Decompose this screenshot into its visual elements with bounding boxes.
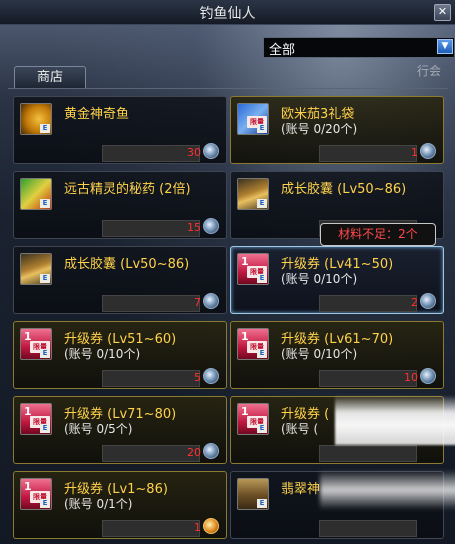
price-bar — [102, 445, 200, 462]
shop-item-card[interactable]: E 成长胶囊 (Lv50~86) 7 — [13, 246, 227, 314]
panel-divider — [8, 88, 448, 89]
item-limit: (账号 0/10个) — [281, 347, 358, 361]
item-limit: (账号 0/10个) — [281, 272, 358, 286]
shop-item-card[interactable]: 1 限量 E 升级券 (Lv61~70) (账号 0/10个) 10 — [230, 321, 444, 389]
upgrade-ticket-icon: 1 限量 E — [20, 403, 52, 435]
fish-coin-icon — [420, 143, 436, 159]
shop-item-card[interactable]: 1 限量 E 升级券 (Lv71~80) (账号 0/5个) 20 — [13, 396, 227, 464]
item-name: 黄金神奇鱼 — [64, 107, 130, 122]
title-bar: 钓鱼仙人 ✕ — [0, 0, 455, 25]
price-bar — [102, 370, 200, 387]
shop-item-card[interactable]: 1 限量 E 升级券 (Lv51~60) (账号 0/10个) 5 — [13, 321, 227, 389]
e-badge-icon: E — [257, 349, 267, 358]
shop-item-card[interactable]: 限量 E 欧米茄3礼袋 (账号 0/20个) 1 — [230, 96, 444, 164]
price-bar — [102, 520, 200, 537]
close-button[interactable]: ✕ — [434, 4, 451, 21]
item-price: 1 — [411, 146, 418, 159]
insufficient-materials-tooltip: 材料不足：2个 — [320, 223, 436, 246]
fish-coin-icon — [203, 218, 219, 234]
item-name: 翡翠神 — [281, 482, 321, 497]
price-bar — [102, 220, 200, 237]
item-name: 成长胶囊 (Lv50~86) — [281, 182, 407, 197]
game-background: 钓鱼仙人 ✕ 行会 全部 ▼ 商店 E 黄金神奇鱼 30 限量 E 欧米茄3礼袋 (账号 0… — [0, 0, 455, 544]
e-badge-icon: E — [40, 274, 50, 283]
e-badge-icon: E — [257, 274, 267, 283]
gift-bag-icon: 限量 E — [237, 103, 269, 135]
item-price: 5 — [194, 371, 201, 384]
window-title: 钓鱼仙人 — [199, 6, 256, 22]
category-dropdown-value: 全部 — [269, 43, 296, 58]
price-bar — [102, 295, 200, 312]
item-price: 10 — [404, 371, 418, 384]
e-badge-icon: E — [40, 124, 50, 133]
price-bar — [319, 370, 417, 387]
item-price: 30 — [187, 146, 201, 159]
shop-item-card[interactable]: E 远古精灵的秘药 (2倍) 15 — [13, 171, 227, 239]
upgrade-ticket-icon: 1 限量 E — [237, 403, 269, 435]
growth-capsule-icon: E — [20, 253, 52, 285]
fish-coin-icon — [203, 368, 219, 384]
fish-coin-icon — [203, 293, 219, 309]
e-badge-icon: E — [40, 499, 50, 508]
gold-coin-icon — [203, 518, 219, 534]
item-price: 20 — [187, 446, 201, 459]
item-price: 1 — [194, 521, 201, 534]
price-bar — [319, 295, 417, 312]
upgrade-ticket-icon: 1 限量 E — [237, 328, 269, 360]
e-badge-icon: E — [40, 424, 50, 433]
item-name: 成长胶囊 (Lv50~86) — [64, 257, 190, 272]
treasure-chest-icon: E — [237, 478, 269, 510]
shop-item-card[interactable]: 1 限量 E 升级券 (Lv41~50) (账号 0/10个) 2 — [230, 246, 444, 314]
shop-item-card[interactable]: 1 限量 E 升级券 (Lv1~86) (账号 0/1个) 1 — [13, 471, 227, 539]
tab-shop[interactable]: 商店 — [14, 66, 86, 89]
price-bar — [319, 520, 417, 537]
item-price: 7 — [194, 296, 201, 309]
e-badge-icon: E — [257, 124, 267, 133]
background-guild-text: 行会 — [417, 64, 442, 78]
price-bar — [319, 445, 417, 462]
price-bar — [102, 145, 200, 162]
image-overlay-blur-2 — [320, 470, 455, 510]
e-badge-icon: E — [40, 349, 50, 358]
item-price: 15 — [187, 221, 201, 234]
e-badge-icon: E — [257, 424, 267, 433]
upgrade-ticket-icon: 1 限量 E — [20, 478, 52, 510]
fish-coin-icon — [203, 143, 219, 159]
item-name: 远古精灵的秘药 (2倍) — [64, 182, 191, 197]
item-limit: (账号 0/1个) — [64, 497, 133, 511]
fish-coin-icon — [420, 368, 436, 384]
image-overlay-blur — [335, 395, 455, 445]
growth-capsule-icon: E — [237, 178, 269, 210]
potion-icon: E — [20, 178, 52, 210]
shop-item-card[interactable]: E 黄金神奇鱼 30 — [13, 96, 227, 164]
upgrade-ticket-icon: 1 限量 E — [20, 328, 52, 360]
e-badge-icon: E — [257, 199, 267, 208]
item-limit: (账号 0/5个) — [64, 422, 133, 436]
item-limit: (账号 0/20个) — [281, 122, 358, 136]
item-limit: (账号 ( — [281, 422, 319, 436]
golden-fish-icon: E — [20, 103, 52, 135]
category-dropdown[interactable]: 全部 ▼ — [263, 37, 455, 58]
dropdown-arrow-icon[interactable]: ▼ — [437, 39, 453, 54]
e-badge-icon: E — [257, 499, 267, 508]
fish-coin-icon — [203, 443, 219, 459]
price-bar — [319, 145, 417, 162]
e-badge-icon: E — [40, 199, 50, 208]
item-limit: (账号 0/10个) — [64, 347, 141, 361]
item-price: 2 — [411, 296, 418, 309]
upgrade-ticket-icon: 1 限量 E — [237, 253, 269, 285]
fish-coin-icon — [420, 293, 436, 309]
